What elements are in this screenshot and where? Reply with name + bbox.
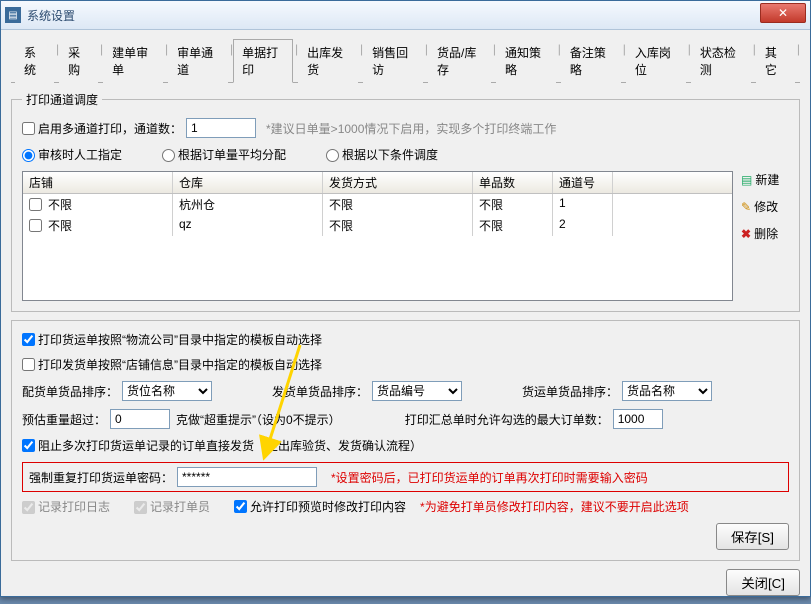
input-weight-threshold[interactable] [110, 409, 170, 429]
titlebar: ▤ 系统设置 ✕ [1, 1, 810, 30]
preview-edit-hint: *为避免打单员修改打印内容，建议不要开启此选项 [420, 498, 689, 515]
tab-print[interactable]: 单据打印 [233, 39, 293, 83]
tab-other[interactable]: 其它 [756, 39, 795, 83]
tab-status-check[interactable]: 状态检测 [691, 39, 751, 83]
cb-enable-multi-label: 启用多通道打印，通道数： [38, 120, 182, 137]
tab-outbound[interactable]: 出库发货 [298, 39, 358, 83]
window-close-button[interactable]: ✕ [760, 3, 806, 23]
table-row[interactable]: 不限 qz 不限 不限 2 [23, 215, 732, 236]
new-icon: ▤ [741, 173, 752, 187]
cb-shop-template[interactable] [22, 358, 35, 371]
window-title: 系统设置 [27, 7, 760, 24]
group-print-options: 打印货运单按照“物流公司”目录中指定的模板自动选择 打印发货单按照“店铺信息”目… [11, 320, 800, 561]
cb-block-multi-print[interactable] [22, 439, 35, 452]
new-button[interactable]: ▤新建 [741, 171, 789, 188]
tab-notify[interactable]: 通知策略 [496, 39, 556, 83]
edit-button[interactable]: ✎修改 [741, 198, 789, 215]
cb-log-operator [134, 501, 147, 514]
group-print-channel: 打印通道调度 启用多通道打印，通道数： *建议日单量>1000情况下启用，实现多… [11, 91, 800, 312]
select-ship-sort[interactable]: 货品编号 [372, 381, 462, 401]
input-max-orders[interactable] [613, 409, 663, 429]
tab-purchase[interactable]: 采购 [59, 39, 98, 83]
tab-remark[interactable]: 备注策略 [561, 39, 621, 83]
app-icon: ▤ [5, 7, 21, 23]
save-button[interactable]: 保存[S] [716, 523, 789, 550]
edit-icon: ✎ [741, 200, 751, 214]
input-channel-count[interactable] [186, 118, 256, 138]
tab-bar: 系统| 采购| 建单审单| 审单通道| 单据打印| 出库发货| 销售回访| 货品… [11, 38, 800, 83]
tab-goods-stock[interactable]: 货品/库存 [428, 39, 491, 83]
tab-create-audit[interactable]: 建单审单 [103, 39, 163, 83]
delete-icon: ✖ [741, 227, 751, 241]
radio-cond[interactable]: 根据以下条件调度 [326, 146, 438, 163]
password-hint: *设置密码后，已打印货运单的订单再次打印时需要输入密码 [331, 469, 648, 486]
password-label: 强制重复打印货运单密码： [29, 469, 173, 486]
channel-table[interactable]: 店铺 仓库 发货方式 单品数 通道号 不限 杭州仓 不限 不限 1 不限 [22, 171, 733, 301]
select-pick-sort[interactable]: 货位名称 [122, 381, 212, 401]
cb-allow-preview-edit[interactable] [234, 500, 247, 513]
row-cb[interactable] [29, 198, 42, 211]
cb-enable-multi[interactable] [22, 122, 35, 135]
cb-logistics-template[interactable] [22, 333, 35, 346]
table-row[interactable]: 不限 杭州仓 不限 不限 1 [23, 194, 732, 215]
radio-manual[interactable]: 审核时人工指定 [22, 146, 122, 163]
close-button[interactable]: 关闭[C] [726, 569, 800, 596]
select-trans-sort[interactable]: 货品名称 [622, 381, 712, 401]
row-cb[interactable] [29, 219, 42, 232]
tab-inbound-post[interactable]: 入库岗位 [626, 39, 686, 83]
tab-system[interactable]: 系统 [15, 39, 54, 83]
password-highlight-box: 强制重复打印货运单密码： *设置密码后，已打印货运单的订单再次打印时需要输入密码 [22, 462, 789, 492]
tab-sales-revisit[interactable]: 销售回访 [363, 39, 423, 83]
delete-button[interactable]: ✖删除 [741, 225, 789, 242]
group-legend: 打印通道调度 [22, 91, 102, 108]
input-reprint-password[interactable] [177, 467, 317, 487]
cb-log-print [22, 501, 35, 514]
multi-hint: *建议日单量>1000情况下启用，实现多个打印终端工作 [266, 120, 556, 137]
table-header: 店铺 仓库 发货方式 单品数 通道号 [23, 172, 732, 194]
tab-audit-channel[interactable]: 审单通道 [168, 39, 228, 83]
radio-avg[interactable]: 根据订单量平均分配 [162, 146, 286, 163]
